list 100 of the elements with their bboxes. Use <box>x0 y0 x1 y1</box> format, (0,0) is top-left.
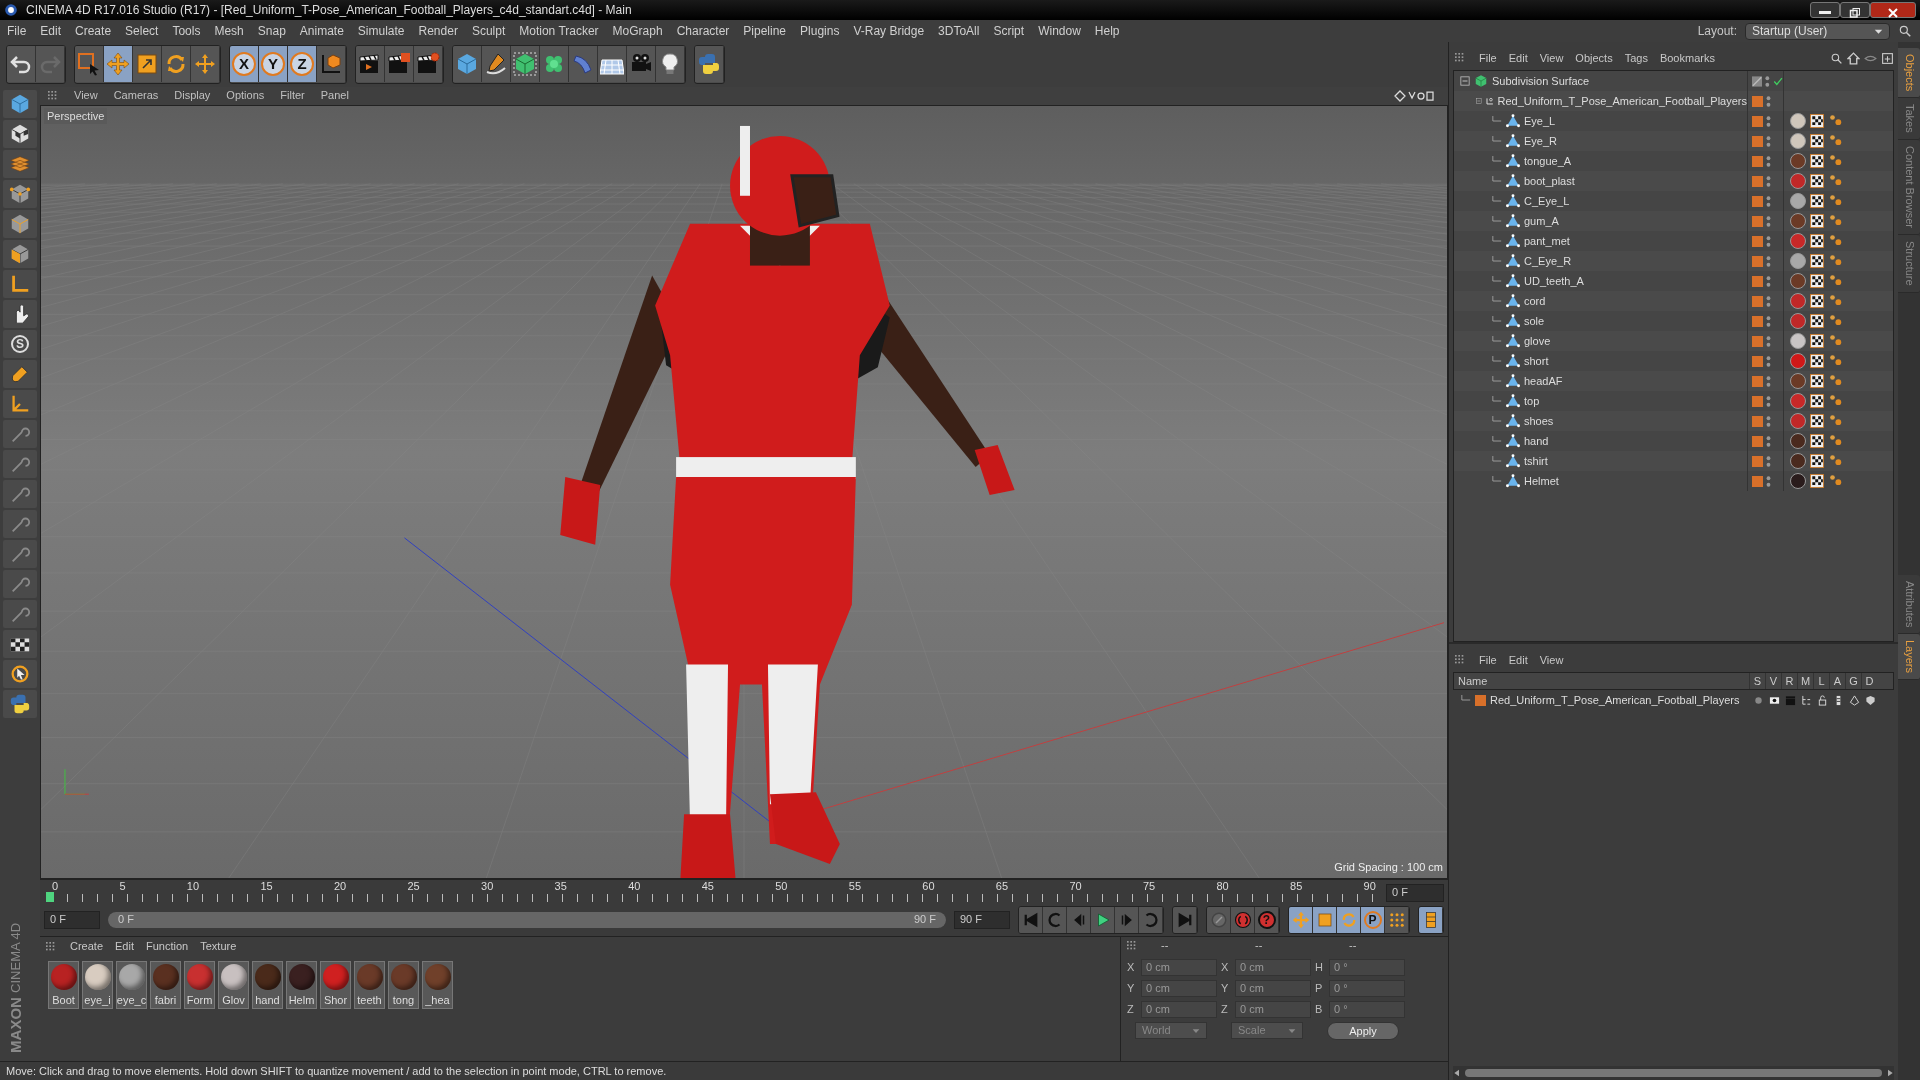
dot-grid-button[interactable] <box>1385 906 1409 933</box>
layer-name[interactable]: Red_Uniform_T_Pose_American_Football_Players <box>1490 691 1750 709</box>
rotate-arrows-button[interactable] <box>162 46 191 82</box>
restore-button[interactable] <box>1840 2 1870 18</box>
menu-item[interactable]: Character <box>669 22 737 40</box>
eye-icon[interactable] <box>1768 694 1780 706</box>
layer-color-square[interactable] <box>1475 694 1486 706</box>
menu-item[interactable]: File <box>1473 651 1503 669</box>
object-name[interactable]: tongue_A <box>1524 152 1747 170</box>
material-swatch[interactable]: _hea <box>422 960 453 1010</box>
visibility-dots-icon[interactable] <box>1766 94 1771 108</box>
layer-color-square[interactable] <box>1752 375 1763 387</box>
cube-button[interactable] <box>453 46 482 82</box>
menu-item[interactable]: MoGraph <box>605 22 670 40</box>
object-name[interactable]: UD_teeth_A <box>1524 272 1747 290</box>
checker-tag-icon[interactable] <box>1810 234 1824 248</box>
visibility-dots-icon[interactable] <box>1766 194 1771 208</box>
menu-item[interactable]: File <box>0 22 34 40</box>
cube-icon[interactable] <box>9 92 31 115</box>
menu-item[interactable]: Objects <box>1569 49 1619 67</box>
loop-forward-button[interactable] <box>1139 906 1163 933</box>
checkmark-icon[interactable] <box>1772 75 1783 87</box>
layer-color-square[interactable] <box>1752 215 1763 227</box>
scale-square-button[interactable] <box>1313 906 1337 933</box>
cube-points-icon[interactable] <box>9 182 31 205</box>
menu-item[interactable]: Edit <box>1502 49 1534 67</box>
grid-plane-button[interactable] <box>598 46 627 82</box>
viewport-menu-item[interactable]: Options <box>218 87 273 104</box>
visibility-dots-icon[interactable] <box>1766 314 1771 328</box>
dots-icon[interactable] <box>1828 194 1844 208</box>
material-tag[interactable] <box>1790 453 1806 469</box>
sphere-cluster-button[interactable] <box>540 46 569 82</box>
viewport-menu-item[interactable]: Filter <box>272 87 313 104</box>
menu-item[interactable]: Help <box>1087 22 1127 40</box>
visibility-dots-icon[interactable] <box>1766 274 1771 288</box>
coordinate-field[interactable]: 0 ° <box>1329 958 1405 976</box>
visibility-dots-icon[interactable] <box>1766 294 1771 308</box>
material-tag[interactable] <box>1790 113 1806 129</box>
menu-item[interactable]: Bookmarks <box>1653 49 1721 67</box>
current-frame-field[interactable]: 0 F <box>1386 883 1444 902</box>
menu-item[interactable]: View <box>1533 49 1570 67</box>
coordinate-field[interactable]: 0 cm <box>1235 979 1311 997</box>
material-tag[interactable] <box>1790 433 1806 449</box>
end-frame-field[interactable]: 90 F <box>954 910 1010 929</box>
menu-item[interactable]: Simulate <box>350 22 412 40</box>
visibility-dots-icon[interactable] <box>1765 74 1770 88</box>
visibility-dots-icon[interactable] <box>1766 234 1771 248</box>
layer-color-square[interactable] <box>1752 135 1763 147</box>
checker-tag-icon[interactable] <box>1810 174 1824 188</box>
menu-item[interactable]: Create <box>68 22 119 40</box>
checker-tag-icon[interactable] <box>1810 354 1824 368</box>
dots-icon[interactable] <box>1828 154 1844 168</box>
menu-item[interactable]: Select <box>118 22 166 40</box>
object-name[interactable]: Eye_L <box>1524 112 1747 130</box>
menu-item[interactable]: V-Ray Bridge <box>846 22 932 40</box>
coordinate-field[interactable]: 0 ° <box>1329 979 1405 997</box>
material-tag[interactable] <box>1790 333 1806 349</box>
dots-icon[interactable] <box>1828 274 1844 288</box>
collapse-box-icon[interactable] <box>1460 76 1470 86</box>
loop-back-button[interactable] <box>1043 906 1067 933</box>
scale-square-button[interactable] <box>133 46 162 82</box>
visibility-dots-icon[interactable] <box>1766 214 1771 228</box>
menu-item[interactable]: Edit <box>109 938 140 955</box>
clapperboard-button[interactable] <box>356 46 385 82</box>
pyramid-icon[interactable] <box>1848 694 1860 706</box>
object-name[interactable]: sole <box>1524 312 1747 330</box>
visibility-dots-icon[interactable] <box>1766 474 1771 488</box>
coordinate-field[interactable]: 0 cm <box>1235 958 1311 976</box>
3d-viewport[interactable]: Perspective Grid Spacing : 100 cm <box>40 104 1448 879</box>
dots-icon[interactable] <box>1828 414 1844 428</box>
axis-lock-button[interactable]: Z <box>288 46 317 82</box>
bent-shape-button[interactable] <box>569 46 598 82</box>
visibility-dots-icon[interactable] <box>1766 134 1771 148</box>
checker-tag-icon[interactable] <box>1810 254 1824 268</box>
menu-item[interactable]: Edit <box>33 22 69 40</box>
playhead[interactable] <box>46 891 54 902</box>
checker-tag-icon[interactable] <box>1810 414 1824 428</box>
dots-icon[interactable] <box>1828 374 1844 388</box>
checker-tag-icon[interactable] <box>1810 114 1824 128</box>
tool-button[interactable]: S <box>3 329 37 358</box>
dots-icon[interactable] <box>1828 314 1844 328</box>
checker-tag-icon[interactable] <box>1810 474 1824 488</box>
dots-icon[interactable] <box>1828 334 1844 348</box>
menu-item[interactable]: Plugins <box>793 22 847 40</box>
scroll-left-icon[interactable] <box>1453 1069 1461 1077</box>
visibility-dots-icon[interactable] <box>1766 414 1771 428</box>
visibility-dots-icon[interactable] <box>1766 394 1771 408</box>
checker-tag-icon[interactable] <box>1810 454 1824 468</box>
viewport-menu-item[interactable]: Display <box>166 87 219 104</box>
material-swatch[interactable]: eye_i <box>82 960 113 1010</box>
checker-tag-icon[interactable] <box>1810 194 1824 208</box>
viewport-menu-item[interactable]: Panel <box>312 87 357 104</box>
axis-lock-button[interactable]: Y <box>259 46 288 82</box>
home-icon[interactable] <box>1847 51 1860 65</box>
dots-icon[interactable] <box>1828 254 1844 268</box>
layer-color-square[interactable] <box>1752 295 1763 307</box>
visibility-dots-icon[interactable] <box>1766 114 1771 128</box>
skip-start-button[interactable] <box>1019 906 1043 933</box>
layer-color-square[interactable] <box>1752 455 1763 467</box>
visibility-dots-icon[interactable] <box>1766 154 1771 168</box>
